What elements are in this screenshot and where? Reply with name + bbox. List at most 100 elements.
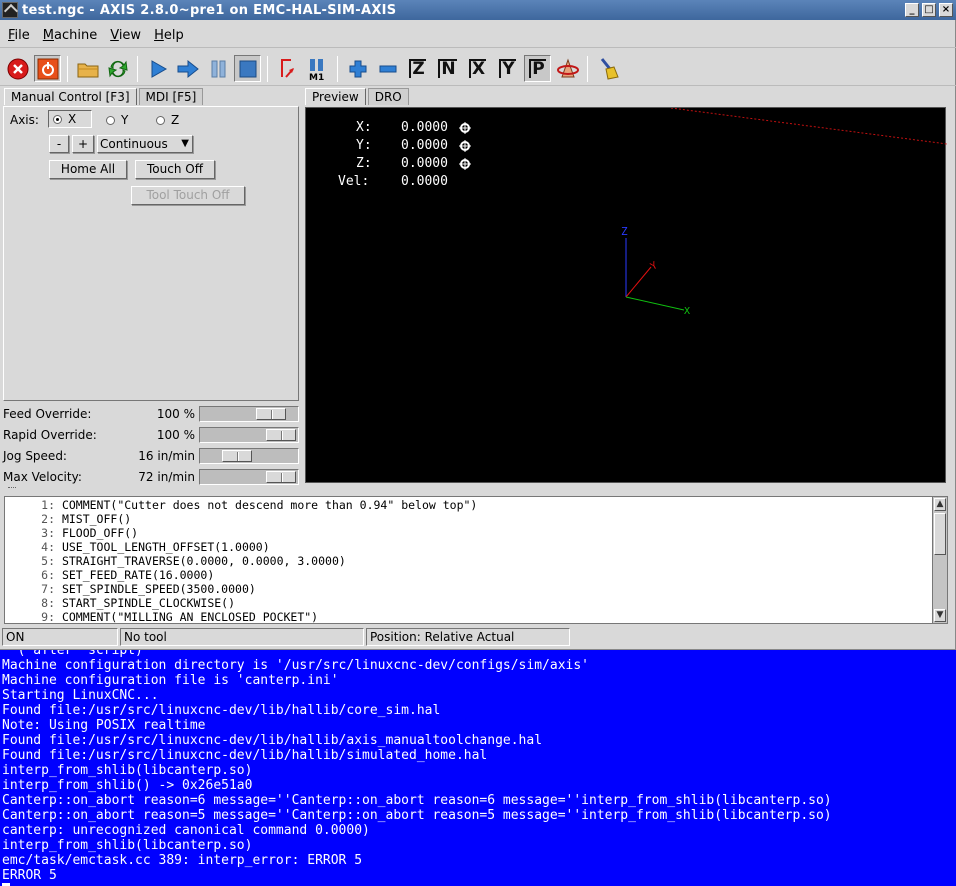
- gcode-line[interactable]: 1: COMMENT("Cutter does not descend more…: [5, 498, 477, 512]
- feed-override-row: Feed Override: 100 %: [3, 404, 299, 424]
- scroll-down-icon[interactable]: ▼: [934, 609, 946, 622]
- terminal-line: interp_from_shlib() -> 0x26e51a0: [2, 778, 253, 793]
- stop-button[interactable]: [234, 55, 261, 82]
- app-icon[interactable]: [2, 2, 18, 18]
- scrollbar-thumb[interactable]: [934, 513, 946, 555]
- gcode-line[interactable]: 5: STRAIGHT_TRAVERSE(0.0000, 0.0000, 3.0…: [5, 554, 346, 568]
- pause-button[interactable]: [204, 55, 231, 82]
- title-bar[interactable]: test.ngc - AXIS 2.8.0~pre1 on EMC-HAL-SI…: [0, 0, 956, 20]
- view-x-button[interactable]: X: [464, 55, 491, 82]
- tab-dro[interactable]: DRO: [367, 88, 409, 105]
- status-position: Position: Relative Actual: [366, 628, 570, 646]
- max-velocity-row: Max Velocity: 72 in/min: [3, 467, 299, 487]
- gcode-line-number: 5:: [41, 554, 55, 568]
- gcode-line[interactable]: 7: SET_SPINDLE_SPEED(3500.0000): [5, 582, 256, 596]
- jog-speed-row: Jog Speed: 16 in/min: [3, 446, 299, 466]
- scroll-up-icon[interactable]: ▲: [934, 498, 946, 511]
- tab-manual-control[interactable]: Manual Control [F3]: [4, 88, 137, 105]
- axis-z-radio[interactable]: Z: [156, 113, 179, 127]
- open-file-icon: [77, 63, 98, 77]
- menu-view[interactable]: View: [105, 28, 146, 43]
- svg-text:M1: M1: [309, 73, 324, 81]
- tab-mdi[interactable]: MDI [F5]: [138, 88, 204, 105]
- gcode-line-number: 3:: [41, 526, 55, 540]
- gcode-line-number: 1:: [41, 498, 55, 512]
- touch-off-button[interactable]: Touch Off: [135, 160, 215, 179]
- verify-button[interactable]: [274, 55, 301, 82]
- view-z-button[interactable]: Z: [404, 55, 431, 82]
- jog-speed-slider[interactable]: [199, 448, 299, 464]
- clear-plot-button[interactable]: [594, 55, 621, 82]
- gcode-line-text: SET_SPINDLE_SPEED(3500.0000): [61, 582, 256, 596]
- estop-button[interactable]: [4, 55, 31, 82]
- tab-preview[interactable]: Preview: [305, 88, 366, 105]
- maximize-button[interactable]: □: [922, 3, 936, 17]
- rapid-override-slider[interactable]: [199, 427, 299, 443]
- view-y-button[interactable]: Y: [494, 55, 521, 82]
- gcode-line[interactable]: 8: START_SPINDLE_CLOCKWISE(): [5, 596, 235, 610]
- home-all-button[interactable]: Home All: [49, 160, 127, 179]
- gcode-listing[interactable]: 1: COMMENT("Cutter does not descend more…: [4, 496, 934, 624]
- close-window-button[interactable]: ×: [939, 3, 953, 17]
- terminal-line: Note: Using POSIX realtime: [2, 718, 206, 733]
- gcode-scrollbar[interactable]: ▲ ▼: [932, 496, 948, 624]
- reload-button[interactable]: [104, 55, 131, 82]
- open-file-button[interactable]: [74, 55, 101, 82]
- jog-plus-button[interactable]: +: [72, 135, 94, 153]
- gcode-line[interactable]: 6: SET_FEED_RATE(16.0000): [5, 568, 214, 582]
- slider-thumb[interactable]: [266, 471, 296, 483]
- slider-thumb[interactable]: [266, 429, 296, 441]
- gcode-line[interactable]: 3: FLOOD_OFF(): [5, 526, 138, 540]
- dro-z-value: 0.0000: [401, 156, 448, 171]
- window-title: test.ngc - AXIS 2.8.0~pre1 on EMC-HAL-SI…: [22, 2, 397, 18]
- gcode-line[interactable]: 2: MIST_OFF(): [5, 512, 131, 526]
- menu-bar: File Machine View Help: [0, 24, 956, 48]
- view-x-icon: X: [468, 59, 487, 78]
- zoom-out-button[interactable]: [374, 55, 401, 82]
- gcode-line[interactable]: 9: COMMENT("MILLING AN ENCLOSED POCKET"): [5, 610, 318, 623]
- menu-file[interactable]: File: [3, 28, 35, 43]
- optional-stop-icon: M1: [309, 58, 324, 81]
- tool-touch-off-button[interactable]: Tool Touch Off: [131, 186, 245, 205]
- axis-y-radio[interactable]: Y: [106, 113, 128, 127]
- terminal-line: ERROR 5: [2, 868, 57, 883]
- menu-machine[interactable]: Machine: [38, 28, 102, 43]
- gcode-line[interactable]: 4: USE_TOOL_LENGTH_OFFSET(1.0000): [5, 540, 270, 554]
- slider-thumb[interactable]: [256, 408, 286, 420]
- axis-x-radio[interactable]: X: [48, 110, 92, 128]
- jog-minus-button[interactable]: -: [49, 135, 69, 153]
- max-velocity-label: Max Velocity:: [3, 470, 82, 484]
- estop-icon: [7, 58, 28, 79]
- power-button[interactable]: [34, 55, 61, 82]
- radio-dot-icon: [53, 114, 62, 124]
- optional-stop-button[interactable]: M1: [304, 55, 331, 82]
- view-z2-icon: N: [438, 59, 457, 78]
- slider-thumb[interactable]: [222, 450, 252, 462]
- step-button[interactable]: [174, 55, 201, 82]
- rotate-view-button[interactable]: [554, 55, 581, 82]
- rapid-override-value: 100 %: [156, 428, 195, 442]
- gcode-line-text: MIST_OFF(): [61, 512, 132, 526]
- menu-help[interactable]: Help: [149, 28, 189, 43]
- feed-override-label: Feed Override:: [3, 407, 92, 421]
- feed-override-value: 100 %: [156, 407, 195, 421]
- dro-x-label: X:: [356, 120, 372, 135]
- minimize-button[interactable]: _: [905, 3, 919, 17]
- step-icon: [177, 59, 199, 78]
- x-axis-label: X: [684, 306, 690, 317]
- view-z2-button[interactable]: N: [434, 55, 461, 82]
- preview-canvas[interactable]: Z Y X X: 0.0000 Y: 0.0000 Z: 0.0000 Vel:…: [305, 107, 947, 483]
- x-axis-line: [625, 296, 685, 311]
- run-button[interactable]: [144, 55, 171, 82]
- gcode-line-number: 2:: [41, 512, 55, 526]
- pane-resize-handle[interactable]: [8, 487, 16, 493]
- zoom-in-icon: [349, 60, 366, 77]
- traverse-path: [670, 108, 947, 145]
- feed-override-slider[interactable]: [199, 406, 299, 422]
- zoom-in-button[interactable]: [344, 55, 371, 82]
- terminal-output[interactable]: ( after script) Machine configuration dir…: [0, 650, 956, 886]
- jog-mode-select[interactable]: Continuous ▼: [97, 135, 193, 153]
- toolbar-separator: [587, 55, 588, 82]
- view-p-button[interactable]: P: [524, 55, 551, 82]
- max-velocity-slider[interactable]: [199, 469, 299, 485]
